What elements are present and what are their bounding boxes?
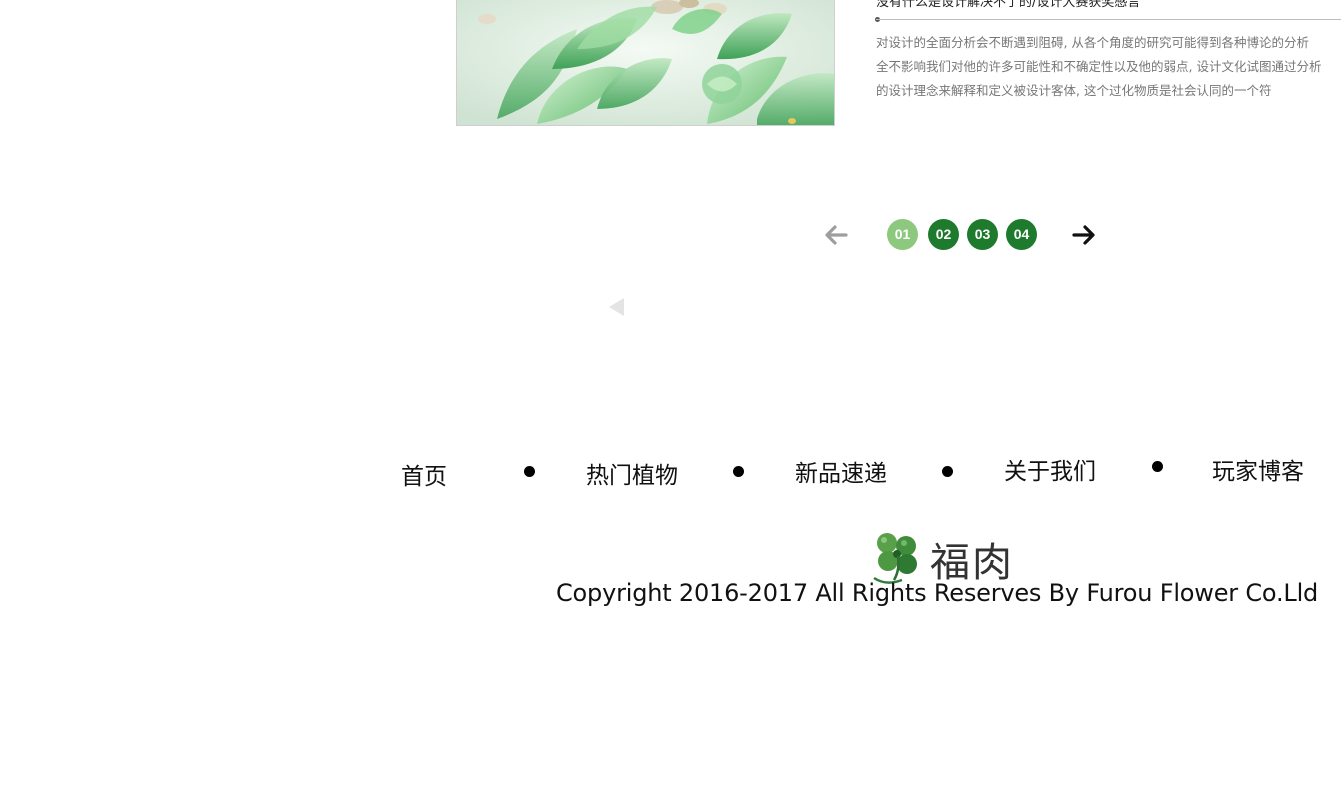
article-divider bbox=[876, 19, 1341, 20]
clover-icon bbox=[873, 533, 917, 584]
pager-next-button[interactable] bbox=[1070, 222, 1098, 248]
footer-nav-about-us[interactable]: 关于我们 bbox=[1004, 452, 1096, 486]
article-excerpt: 对设计的全面分析会不断遇到阻碍, 从各个角度的研究可能得到各种博论的分析 全不影… bbox=[876, 31, 1341, 103]
page-dot-02[interactable]: 02 bbox=[928, 219, 959, 250]
brand-logo[interactable]: 福肉 bbox=[868, 528, 1028, 586]
footer-bullet bbox=[1152, 461, 1163, 472]
page: 没有什么是设计解决不了的/设计大赛获奖感言 对设计的全面分析会不断遇到阻碍, 从… bbox=[0, 0, 1341, 789]
footer-nav-hot-plants[interactable]: 热门植物 bbox=[586, 456, 678, 490]
arrow-left-icon bbox=[825, 225, 848, 245]
page-dot-03[interactable]: 03 bbox=[967, 219, 998, 250]
page-dot-04[interactable]: 04 bbox=[1006, 219, 1037, 250]
footer-nav-player-blog[interactable]: 玩家博客 bbox=[1212, 452, 1304, 486]
footer-nav-new-arrivals[interactable]: 新品速递 bbox=[795, 454, 887, 488]
excerpt-line: 对设计的全面分析会不断遇到阻碍, 从各个角度的研究可能得到各种博论的分析 bbox=[876, 35, 1309, 50]
copyright-text: Copyright 2016-2017 All Rights Reserves … bbox=[556, 579, 1319, 607]
footer-bullet bbox=[942, 466, 953, 477]
footer-bullet bbox=[524, 466, 535, 477]
excerpt-line: 的设计理念来解释和定义被设计客体, 这个过化物质是社会认同的一个符 bbox=[876, 83, 1272, 98]
arrow-right-icon bbox=[1072, 225, 1095, 245]
footer-bullet bbox=[733, 466, 744, 477]
page-dot-01[interactable]: 01 bbox=[887, 219, 918, 250]
pager-prev-button[interactable] bbox=[822, 222, 850, 248]
article-title[interactable]: 没有什么是设计解决不了的/设计大赛获奖感言 bbox=[876, 0, 1140, 10]
footer-nav-home[interactable]: 首页 bbox=[401, 457, 447, 491]
succulent-image[interactable] bbox=[456, 0, 835, 126]
excerpt-line: 全不影响我们对他的许多可能性和不确定性以及他的弱点, 设计文化试图通过分析 bbox=[876, 59, 1322, 74]
carousel-prev-triangle-icon[interactable] bbox=[609, 298, 624, 316]
